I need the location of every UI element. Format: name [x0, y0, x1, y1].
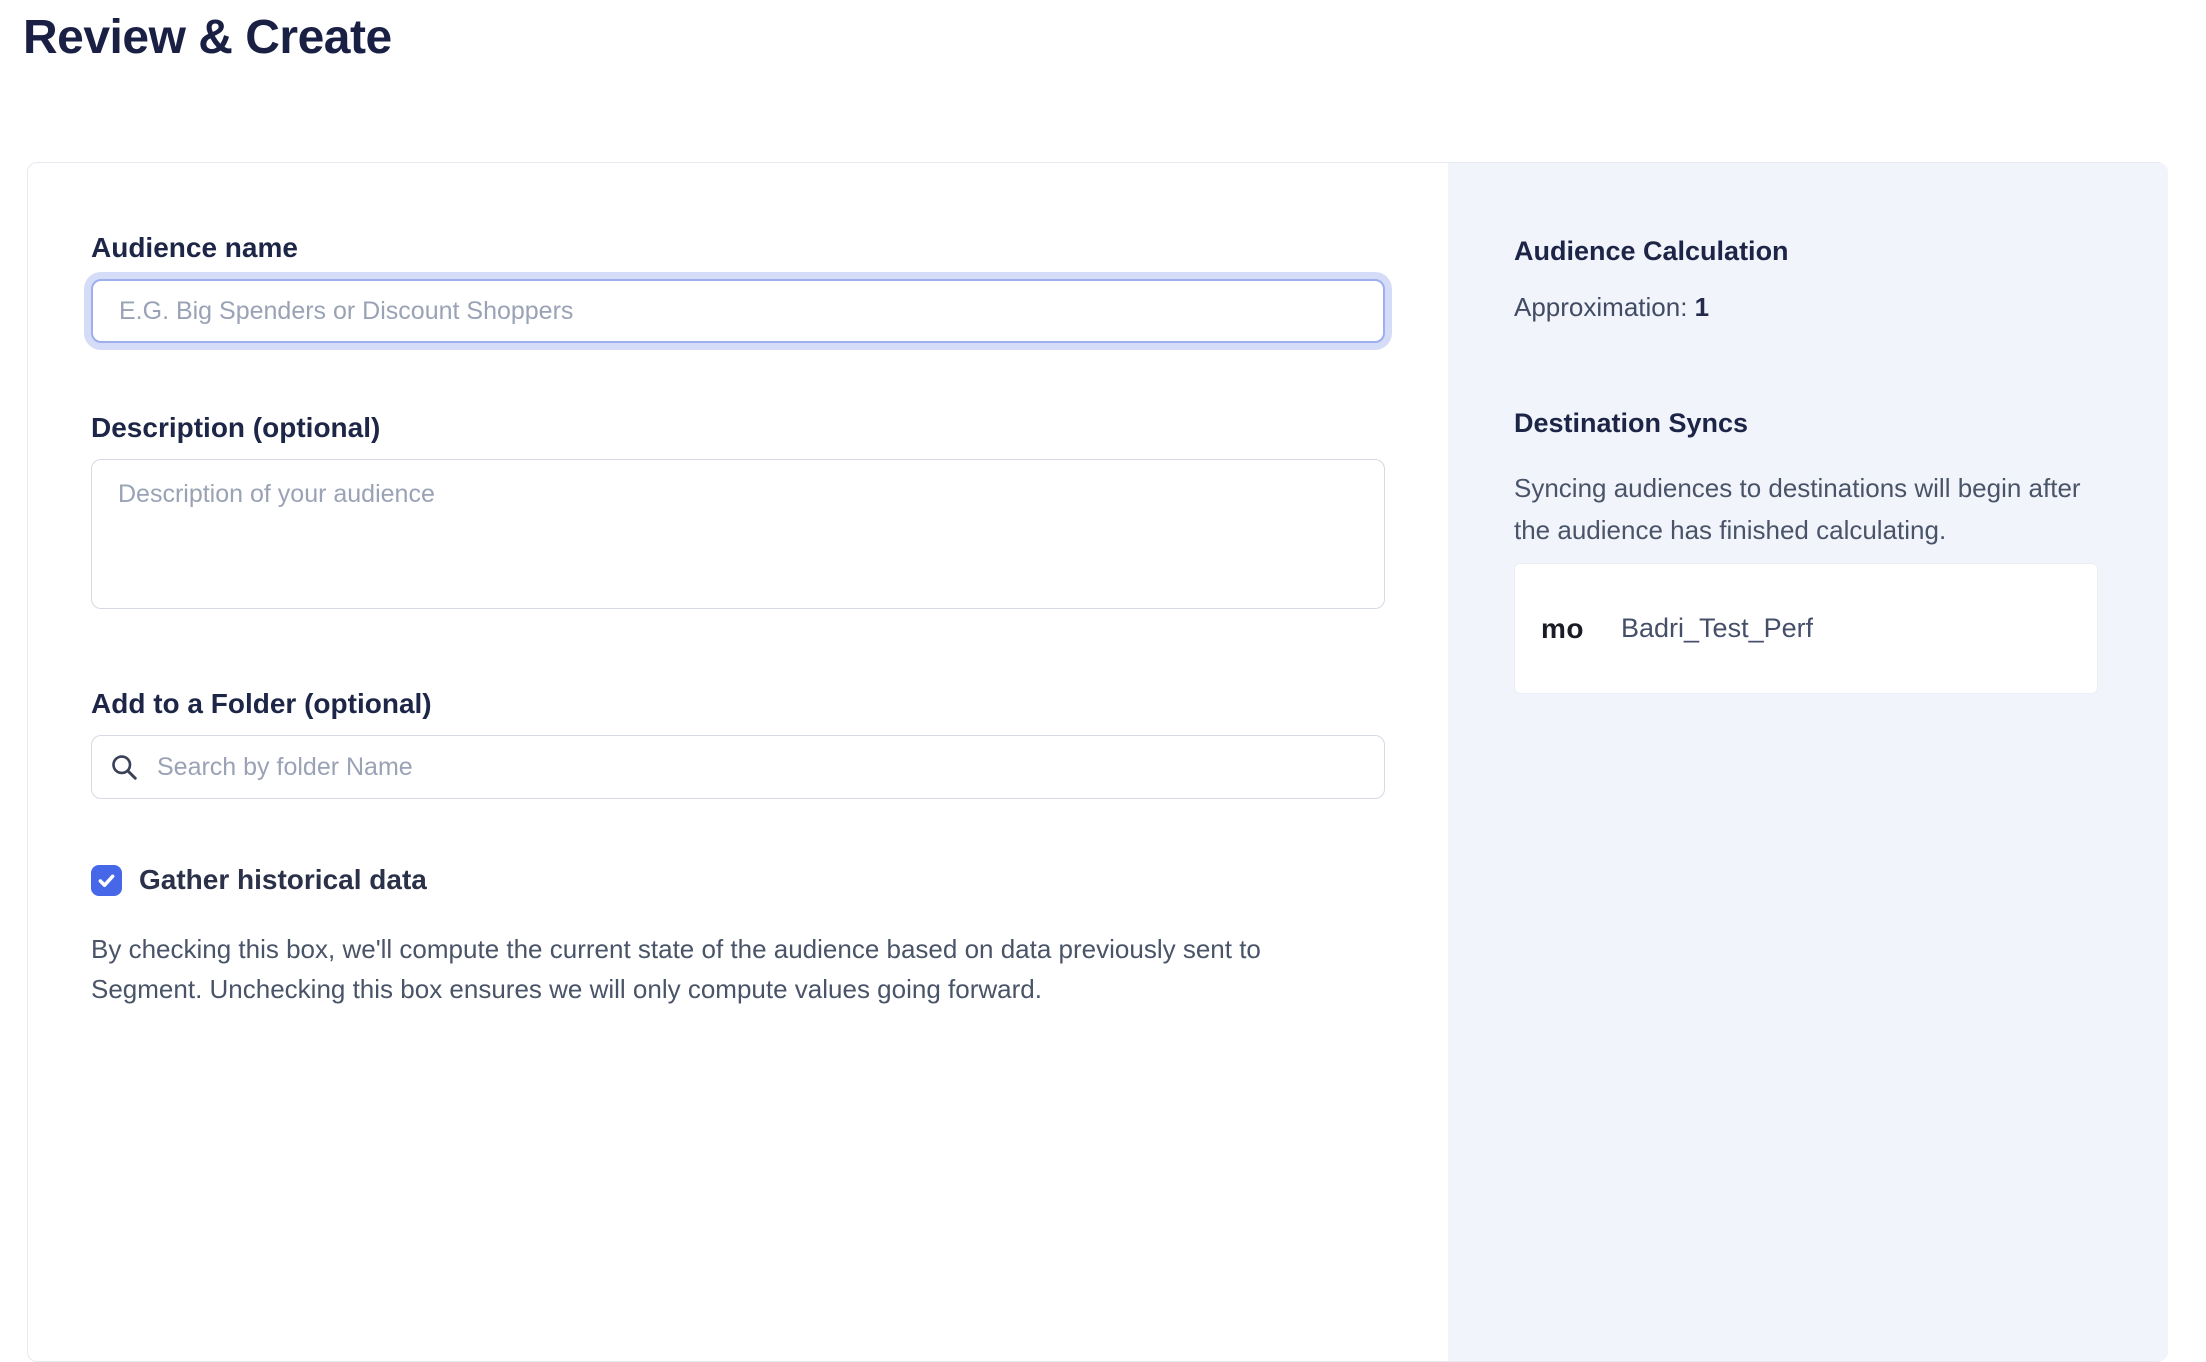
description-label: Description (optional)	[91, 411, 1385, 445]
gather-historical-row: Gather historical data	[91, 864, 1385, 896]
audience-name-input[interactable]	[91, 279, 1385, 343]
gather-historical-help: By checking this box, we'll compute the …	[91, 929, 1351, 1009]
audience-name-label: Audience name	[91, 231, 1385, 265]
gather-historical-label[interactable]: Gather historical data	[139, 864, 427, 896]
review-create-card: Audience name Description (optional) Add…	[27, 162, 2167, 1362]
folder-search-box[interactable]	[91, 735, 1385, 799]
destination-syncs-description: Syncing audiences to destinations will b…	[1514, 467, 2098, 551]
audience-calculation-heading: Audience Calculation	[1514, 234, 2098, 268]
folder-label: Add to a Folder (optional)	[91, 687, 1385, 721]
approximation-label: Approximation:	[1514, 292, 1687, 322]
approximation-value: 1	[1695, 292, 1709, 322]
destination-sync-name: Badri_Test_Perf	[1621, 613, 1813, 644]
checkmark-icon	[96, 870, 117, 891]
summary-panel: Audience Calculation Approximation: 1 De…	[1448, 163, 2168, 1361]
audience-form: Audience name Description (optional) Add…	[28, 163, 1448, 1361]
gather-historical-checkbox[interactable]	[91, 865, 122, 896]
search-icon	[109, 752, 139, 782]
destination-syncs-heading: Destination Syncs	[1514, 406, 2098, 440]
description-textarea[interactable]	[91, 459, 1385, 609]
moengage-logo: mo	[1541, 613, 1584, 645]
folder-search-input[interactable]	[157, 753, 1364, 782]
page-title: Review & Create	[23, 10, 392, 65]
destination-sync-item: mo Badri_Test_Perf	[1514, 563, 2098, 694]
approximation-line: Approximation: 1	[1514, 290, 2098, 324]
